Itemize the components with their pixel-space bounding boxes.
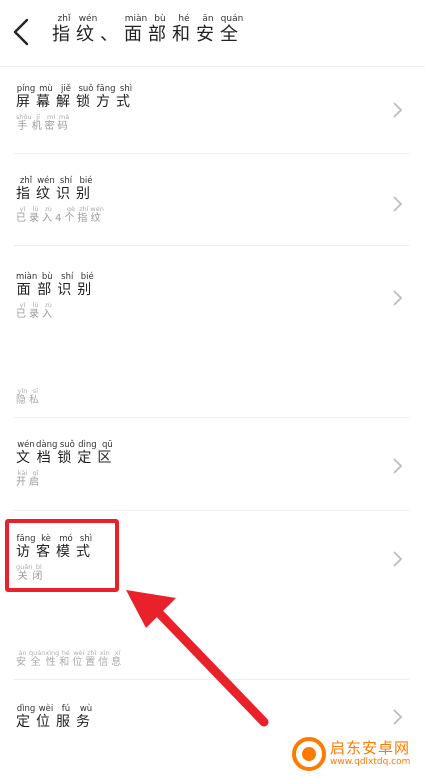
annotation-arrow-icon: [126, 590, 269, 727]
watermark-url: www.qdlxtdq.com: [330, 757, 411, 767]
watermark-brand: 启东安卓网: [330, 739, 411, 757]
watermark-logo-icon: [292, 737, 326, 771]
watermark: 启东安卓网 www.qdlxtdq.com: [292, 735, 422, 775]
